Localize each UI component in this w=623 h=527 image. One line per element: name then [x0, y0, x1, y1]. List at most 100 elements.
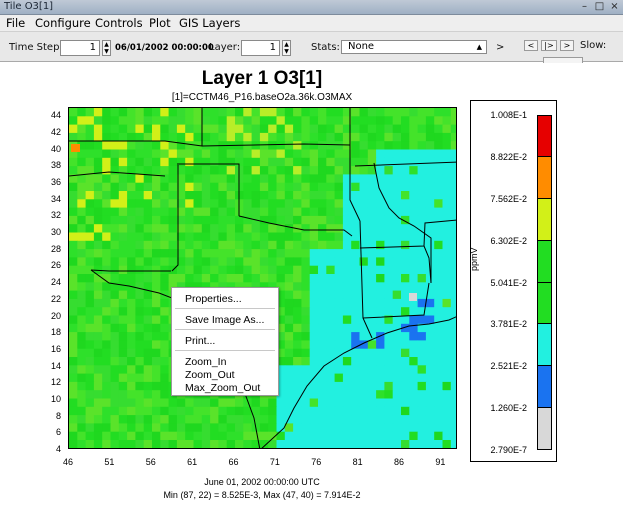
- heatmap-cell: [185, 182, 194, 192]
- menu-item-zoom-in[interactable]: Zoom_In: [185, 356, 226, 368]
- menu-configure[interactable]: Configure: [35, 15, 91, 31]
- heatmap-cell: [367, 108, 377, 117]
- heatmap-cell: [293, 257, 302, 267]
- heatmap-cell: [326, 274, 336, 283]
- heatmap-cell: [367, 265, 377, 275]
- layer-spinner[interactable]: ▲ ▼: [282, 40, 291, 56]
- heatmap-cell: [210, 132, 219, 142]
- heatmap-cell: [152, 265, 161, 275]
- heatmap-cell: [301, 157, 311, 167]
- next-step-button[interactable]: >: [560, 40, 574, 51]
- layer-input[interactable]: 1: [241, 40, 280, 56]
- stats-next-button[interactable]: >: [496, 42, 504, 54]
- heatmap-plot[interactable]: [68, 107, 457, 449]
- heatmap-cell: [235, 431, 244, 441]
- heatmap-cell: [69, 357, 78, 366]
- play-button[interactable]: |>: [541, 40, 557, 51]
- heatmap-cell: [351, 265, 360, 275]
- heatmap-cell: [434, 215, 443, 225]
- heatmap-cell: [85, 298, 95, 308]
- time-step-spinner[interactable]: ▲ ▼: [102, 40, 111, 56]
- heatmap-cell: [401, 348, 410, 358]
- heatmap-cell: [392, 265, 402, 275]
- menu-item-properties[interactable]: Properties...: [185, 293, 242, 305]
- heatmap-cell: [152, 340, 161, 350]
- heatmap-cell: [351, 182, 360, 192]
- speed-slider[interactable]: [543, 57, 583, 63]
- heatmap-cell: [450, 124, 456, 134]
- heatmap-cell: [102, 298, 111, 308]
- menu-plot[interactable]: Plot: [149, 15, 171, 31]
- heatmap-cell: [259, 431, 269, 441]
- menu-item-max-zoom-out[interactable]: Max_Zoom_Out: [185, 382, 260, 394]
- heatmap-cell: [301, 257, 311, 267]
- heatmap-cell: [334, 323, 344, 333]
- maximize-icon[interactable]: □: [593, 1, 606, 14]
- y-tick-label: 34: [50, 193, 61, 204]
- heatmap-cell: [376, 357, 385, 366]
- heatmap-cell: [367, 357, 377, 366]
- heatmap-cell: [392, 290, 402, 300]
- heatmap-cell: [143, 157, 153, 167]
- heatmap-cell: [135, 298, 145, 308]
- close-icon[interactable]: ×: [608, 1, 621, 14]
- plot-minmax-line: Min (87, 22) = 8.525E-3, Max (47, 40) = …: [163, 490, 361, 500]
- heatmap-cell: [135, 423, 145, 433]
- heatmap-cell: [251, 149, 261, 159]
- menu-file[interactable]: File: [6, 15, 25, 31]
- heatmap-cell: [425, 116, 435, 126]
- heatmap-cell: [409, 348, 419, 358]
- heatmap-cell: [85, 315, 95, 325]
- heatmap-cell: [110, 440, 120, 448]
- heatmap-cell: [351, 174, 360, 184]
- heatmap-cell: [409, 240, 419, 250]
- heatmap-cell: [351, 166, 360, 175]
- heatmap-cell: [243, 116, 253, 126]
- heatmap-cell: [301, 365, 311, 375]
- heatmap-cell: [259, 157, 269, 167]
- heatmap-cell: [434, 199, 443, 209]
- heatmap-cell: [135, 141, 145, 150]
- stats-select[interactable]: None ▲: [341, 40, 487, 54]
- heatmap-cell: [152, 249, 161, 258]
- heatmap-cell: [392, 224, 402, 233]
- heatmap-cell: [127, 240, 136, 250]
- heatmap-cell: [293, 307, 302, 316]
- heatmap-cell: [293, 149, 302, 159]
- menu-item-print[interactable]: Print...: [185, 335, 215, 347]
- heatmap-cell: [326, 431, 336, 441]
- heatmap-cell: [210, 240, 219, 250]
- heatmap-cell: [392, 357, 402, 366]
- heatmap-cell: [152, 116, 161, 126]
- heatmap-cell: [318, 390, 327, 399]
- heatmap-cell: [127, 340, 136, 350]
- heatmap-cell: [143, 357, 153, 366]
- heatmap-cell: [160, 199, 170, 209]
- menu-item-save-image[interactable]: Save Image As...: [185, 314, 264, 326]
- heatmap-cell: [442, 290, 452, 300]
- heatmap-cell: [276, 257, 286, 267]
- minimize-icon[interactable]: –: [578, 1, 591, 14]
- time-step-input[interactable]: 1: [60, 40, 100, 56]
- heatmap-cell: [367, 215, 377, 225]
- heatmap-cell: [93, 298, 103, 308]
- heatmap-cell: [135, 448, 144, 449]
- heatmap-cell: [185, 249, 194, 258]
- heatmap-cell: [193, 406, 203, 416]
- heatmap-cell: [392, 191, 402, 200]
- heatmap-cell: [342, 265, 352, 275]
- heatmap-cell: [210, 116, 219, 126]
- heatmap-cell: [293, 207, 302, 217]
- heatmap-cell: [293, 240, 302, 250]
- prev-step-button[interactable]: <: [524, 40, 538, 51]
- menu-item-zoom-out[interactable]: Zoom_Out: [185, 369, 235, 381]
- heatmap-cell: [168, 224, 178, 233]
- menu-gis-layers[interactable]: GIS Layers: [179, 15, 240, 31]
- heatmap-cell: [277, 448, 286, 449]
- heatmap-cell: [434, 249, 443, 258]
- heatmap-cell: [425, 381, 435, 391]
- menu-controls[interactable]: Controls: [95, 15, 143, 31]
- heatmap-cell: [342, 249, 352, 258]
- heatmap-cell: [309, 274, 319, 283]
- heatmap-cell: [168, 124, 178, 134]
